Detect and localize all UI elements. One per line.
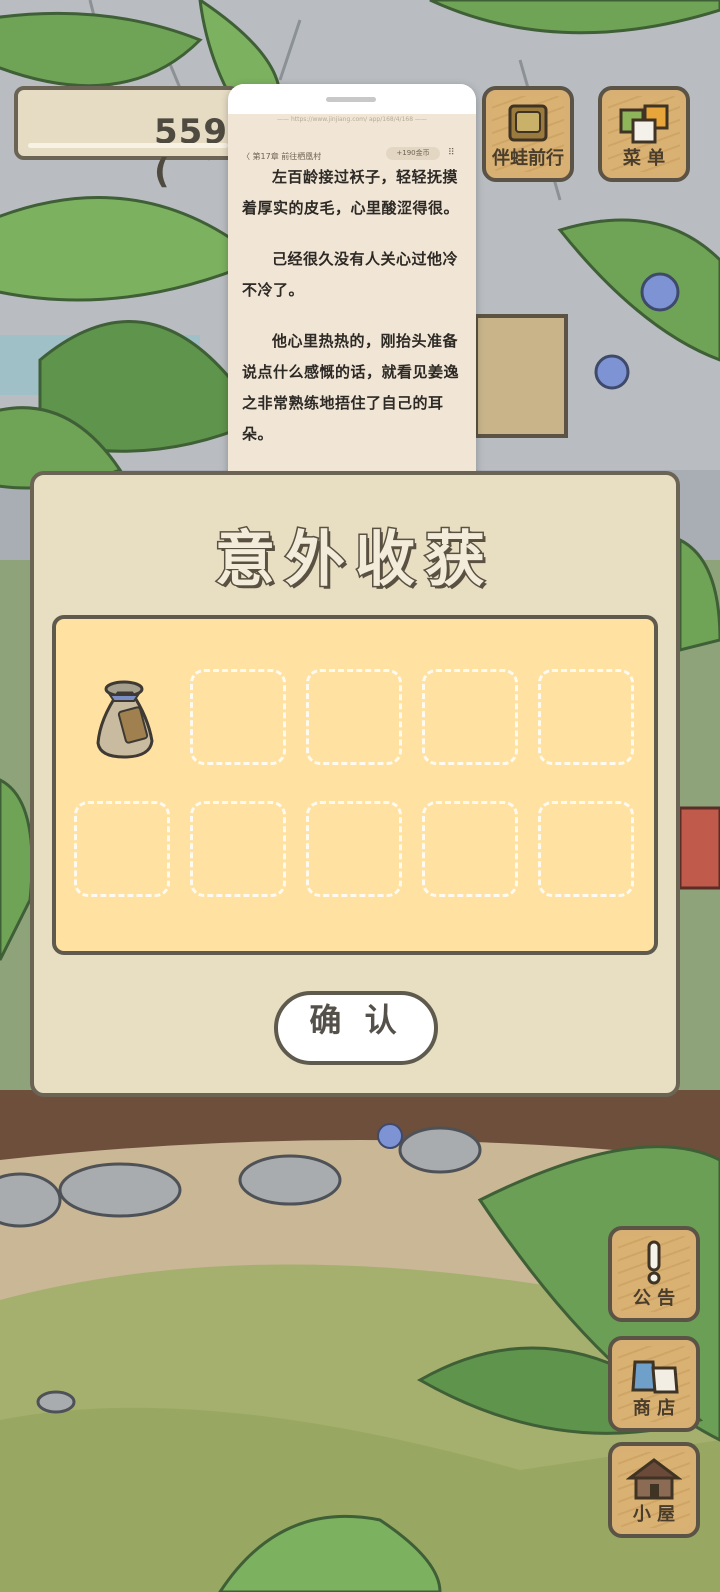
paragraph: 左百龄接过袄子，轻轻抚摸着厚实的皮毛，心里酸涩得很。 [242, 168, 460, 217]
dialog-title: 意外收获 [214, 524, 495, 597]
shop-label: 商 店 [632, 1398, 676, 1419]
notice-button[interactable]: 公 告 [608, 1226, 700, 1322]
reward-slot [538, 669, 634, 765]
reader-popup[interactable]: —— https://www.jinjiang.com/ app/168/4/1… [228, 84, 476, 494]
bag-of-seeds-icon[interactable] [92, 679, 158, 761]
house-icon [612, 1456, 696, 1502]
house-label: 小 屋 [632, 1504, 676, 1525]
reward-slot [538, 801, 634, 897]
travel-label: 伴蛙前行 [492, 148, 564, 169]
reward-dialog: 意外收获 确 认 [30, 471, 680, 1097]
reward-slot [190, 669, 286, 765]
chapter-breadcrumb[interactable]: 〈 第17章 前往栖凰村 [242, 151, 321, 162]
more-icon[interactable]: ⠿ [448, 148, 455, 158]
travel-with-frog-button[interactable]: 伴蛙前行 [482, 86, 574, 182]
exclamation-icon [612, 1240, 696, 1286]
reward-slot [306, 801, 402, 897]
coin-value: 559 ( [154, 112, 228, 192]
menu-cards-icon [602, 100, 686, 148]
notice-label: 公 告 [632, 1288, 676, 1309]
menu-label: 菜 单 [622, 148, 666, 169]
reward-grid [52, 615, 658, 955]
paragraph: 他心里热热的，刚抬头准备说点什么感慨的话，就看见姜逸之非常熟练地捂住了自己的耳朵… [242, 332, 460, 443]
confirm-button[interactable]: 确 认 [274, 991, 438, 1065]
reader-url: —— https://www.jinjiang.com/ app/168/4/1… [277, 116, 427, 123]
paragraph: 己经很久没有人关心过他冷不冷了。 [242, 250, 459, 299]
reader-text: 左百龄接过袄子，轻轻抚摸着厚实的皮毛，心里酸涩得很。 己经很久没有人关心过他冷不… [242, 162, 464, 470]
coin-reward-pill[interactable]: +190金币 [386, 147, 440, 160]
menu-button[interactable]: 菜 单 [598, 86, 690, 182]
reward-slot [422, 669, 518, 765]
reward-slot [190, 801, 286, 897]
shop-bags-icon [612, 1350, 696, 1396]
drag-handle[interactable] [326, 97, 376, 102]
coin-counter: 559 ( [14, 86, 240, 192]
reward-slot [74, 801, 170, 897]
house-button[interactable]: 小 屋 [608, 1442, 700, 1538]
shop-button[interactable]: 商 店 [608, 1336, 700, 1432]
coin-bar-highlight [28, 143, 228, 148]
reward-slot [306, 669, 402, 765]
book-icon [486, 100, 570, 148]
reward-slot [422, 801, 518, 897]
reader-topbar [228, 84, 476, 114]
